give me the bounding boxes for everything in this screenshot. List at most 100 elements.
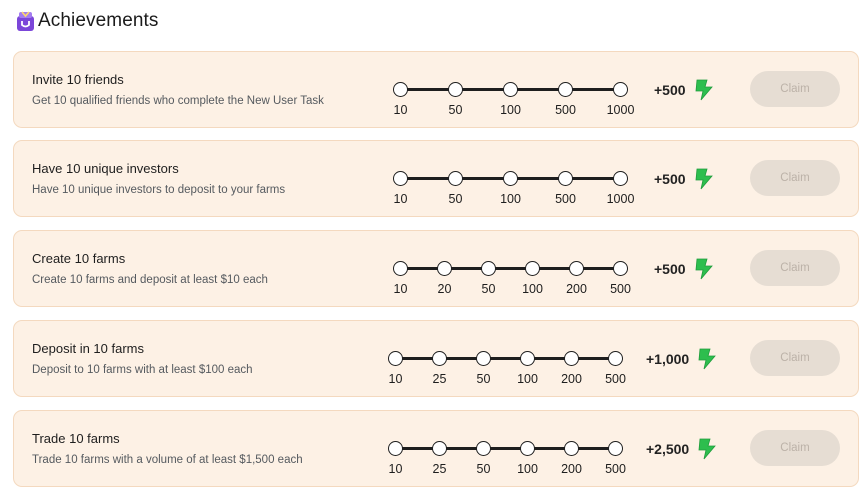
milestone-node bbox=[525, 261, 540, 276]
achievement-description: Trade 10 farms with a volume of at least… bbox=[32, 454, 303, 466]
milestone-label: 200 bbox=[561, 372, 582, 386]
achievement-description: Deposit to 10 farms with at least $100 e… bbox=[32, 364, 253, 376]
milestone-track: 10 25 50 100 200 500 bbox=[388, 441, 626, 476]
milestone-label: 100 bbox=[517, 462, 538, 476]
achievement-description: Get 10 qualified friends who complete th… bbox=[32, 95, 324, 107]
milestone-node bbox=[481, 261, 496, 276]
milestone-node bbox=[432, 441, 447, 456]
milestone-node bbox=[393, 82, 408, 97]
milestone-label: 50 bbox=[476, 372, 491, 386]
milestone-node bbox=[613, 82, 628, 97]
lightning-bolt-icon bbox=[697, 438, 717, 460]
milestone-label: 25 bbox=[432, 372, 447, 386]
milestone-label: 50 bbox=[476, 462, 491, 476]
claim-button[interactable]: Claim bbox=[750, 340, 840, 376]
lightning-bolt-icon bbox=[694, 79, 714, 101]
reward: +2,500 bbox=[646, 438, 717, 460]
milestone-label: 50 bbox=[481, 282, 496, 296]
reward-amount: +500 bbox=[654, 261, 686, 277]
milestone-label: 1000 bbox=[606, 192, 635, 206]
achievement-description: Have 10 unique investors to deposit to y… bbox=[32, 184, 286, 196]
milestone-label: 500 bbox=[605, 462, 626, 476]
lightning-bolt-icon bbox=[694, 258, 714, 280]
milestone-label: 20 bbox=[437, 282, 452, 296]
milestone-label: 500 bbox=[610, 282, 631, 296]
milestone-node bbox=[558, 82, 573, 97]
achievement-card: Trade 10 farms Trade 10 farms with a volu… bbox=[13, 410, 859, 487]
reward-amount: +500 bbox=[654, 82, 686, 98]
milestone-track: 10 50 100 500 1000 bbox=[393, 171, 634, 206]
claim-button[interactable]: Claim bbox=[750, 160, 840, 196]
milestone-node bbox=[608, 351, 623, 366]
reward-amount: +2,500 bbox=[646, 441, 690, 457]
milestone-node bbox=[613, 171, 628, 186]
milestone-label: 500 bbox=[555, 103, 576, 117]
milestone-node bbox=[393, 261, 408, 276]
milestone-node bbox=[608, 441, 623, 456]
milestone-node bbox=[520, 441, 535, 456]
milestone-label: 10 bbox=[393, 282, 408, 296]
achievement-card: Deposit in 10 farms Deposit to 10 farms w… bbox=[13, 320, 859, 397]
reward: +1,000 bbox=[646, 348, 717, 370]
milestone-label: 10 bbox=[393, 192, 408, 206]
milestone-track: 10 50 100 500 1000 bbox=[393, 82, 634, 117]
milestone-label: 100 bbox=[500, 192, 521, 206]
milestone-label: 500 bbox=[555, 192, 576, 206]
milestone-label: 10 bbox=[388, 462, 403, 476]
milestone-label: 10 bbox=[388, 372, 403, 386]
milestone-label: 100 bbox=[522, 282, 543, 296]
reward: +500 bbox=[654, 79, 714, 101]
milestone-node bbox=[503, 82, 518, 97]
achievement-title: Create 10 farms bbox=[32, 251, 126, 266]
lightning-bolt-icon bbox=[694, 168, 714, 190]
milestone-node bbox=[564, 351, 579, 366]
milestone-node bbox=[388, 351, 403, 366]
milestone-node bbox=[503, 171, 518, 186]
milestone-label: 10 bbox=[393, 103, 408, 117]
lightning-bolt-icon bbox=[697, 348, 717, 370]
trophy-icon bbox=[16, 10, 35, 32]
page-title: Achievements bbox=[38, 10, 159, 31]
milestone-track: 10 20 50 100 200 500 bbox=[393, 261, 631, 296]
milestone-node bbox=[558, 171, 573, 186]
milestone-label: 100 bbox=[500, 103, 521, 117]
milestone-track: 10 25 50 100 200 500 bbox=[388, 351, 626, 386]
milestone-label: 50 bbox=[448, 103, 463, 117]
milestone-line bbox=[400, 267, 620, 270]
achievement-title: Trade 10 farms bbox=[32, 431, 120, 446]
milestone-node bbox=[476, 441, 491, 456]
milestone-label: 1000 bbox=[606, 103, 635, 117]
achievement-title: Deposit in 10 farms bbox=[32, 341, 144, 356]
claim-button[interactable]: Claim bbox=[750, 250, 840, 286]
milestone-label: 25 bbox=[432, 462, 447, 476]
achievement-card: Invite 10 friends Get 10 qualified friend… bbox=[13, 51, 859, 128]
milestone-line bbox=[395, 357, 615, 360]
page-header: Achievements bbox=[16, 9, 159, 33]
milestone-node bbox=[448, 82, 463, 97]
achievement-card: Create 10 farms Create 10 farms and depos… bbox=[13, 230, 859, 307]
claim-button[interactable]: Claim bbox=[750, 71, 840, 107]
milestone-node bbox=[393, 171, 408, 186]
reward-amount: +1,000 bbox=[646, 351, 690, 367]
achievement-title: Have 10 unique investors bbox=[32, 161, 179, 176]
achievement-title: Invite 10 friends bbox=[32, 72, 124, 87]
reward: +500 bbox=[654, 168, 714, 190]
milestone-label: 200 bbox=[566, 282, 587, 296]
milestone-node bbox=[448, 171, 463, 186]
milestone-label: 200 bbox=[561, 462, 582, 476]
milestone-node bbox=[476, 351, 491, 366]
milestone-label: 50 bbox=[448, 192, 463, 206]
milestone-node bbox=[388, 441, 403, 456]
milestone-node bbox=[432, 351, 447, 366]
milestone-line bbox=[395, 447, 615, 450]
reward: +500 bbox=[654, 258, 714, 280]
milestone-node bbox=[613, 261, 628, 276]
milestone-node bbox=[564, 441, 579, 456]
milestone-node bbox=[569, 261, 584, 276]
milestone-label: 100 bbox=[517, 372, 538, 386]
milestone-label: 500 bbox=[605, 372, 626, 386]
achievement-card: Have 10 unique investors Have 10 unique i… bbox=[13, 140, 859, 217]
claim-button[interactable]: Claim bbox=[750, 430, 840, 466]
milestone-node bbox=[520, 351, 535, 366]
milestone-node bbox=[437, 261, 452, 276]
